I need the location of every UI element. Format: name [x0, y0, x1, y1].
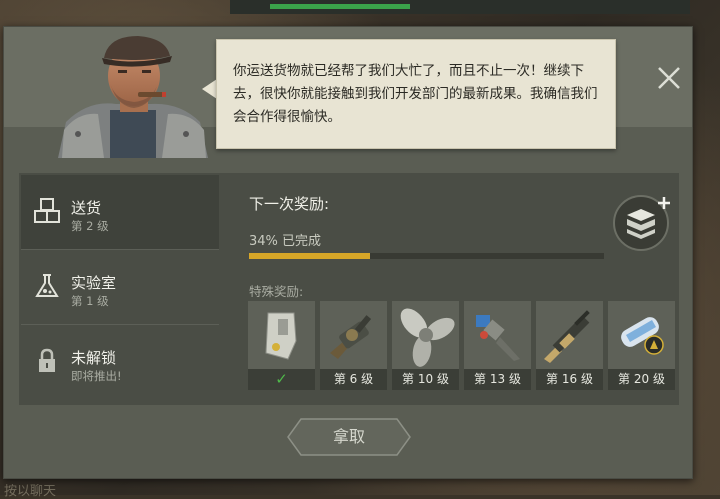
health-bar [270, 4, 410, 9]
reward-level: 第 16 级 [536, 369, 603, 390]
flask-icon [35, 274, 59, 297]
speech-text: 你运送货物就已经帮了我们大忙了，而且不止一次！继续下去，很快你就能接触到我们开发… [233, 63, 598, 125]
reward-slot-propeller[interactable]: 第 10 级 [392, 301, 459, 390]
sidebar-item-level: 第 2 级 [71, 219, 109, 233]
chat-hint: 按以聊天 [4, 484, 57, 499]
content-panel: 送货 第 2 级 实验室 第 1 级 未解锁 即将推出! 下一次奖励: 34% … [19, 173, 679, 405]
top-hud-strip [230, 0, 690, 14]
drill-icon [476, 315, 520, 361]
sidebar-item-locked[interactable]: 未解锁 即将推出! [21, 325, 219, 400]
reward-level: 第 6 级 [320, 369, 387, 390]
sidebar-item-title: 送货 [71, 199, 102, 217]
sidebar-item-title: 未解锁 [71, 349, 117, 367]
reward-pack-button[interactable] [611, 191, 677, 251]
reward-slot-grenade-launcher[interactable]: 第 6 级 [320, 301, 387, 390]
keycard-icon [265, 312, 297, 360]
claim-button-label: 拿取 [332, 427, 365, 446]
blueprint-scroll-icon [621, 317, 664, 355]
reward-level: 第 20 级 [608, 369, 675, 390]
reward-pack-icon [613, 195, 670, 251]
reward-slot-drill[interactable]: 第 13 级 [464, 301, 531, 390]
delivery-dialog: 你运送货物就已经帮了我们大忙了，而且不止一次！继续下去，很快你就能接触到我们开发… [3, 26, 693, 479]
sidebar-item-title: 实验室 [71, 274, 117, 292]
reward-level: 第 10 级 [392, 369, 459, 390]
close-button[interactable] [652, 61, 686, 95]
speech-bubble-tail [202, 79, 217, 99]
reward-claimed: ✓ [248, 369, 315, 390]
reward-level: 第 13 级 [464, 369, 531, 390]
progress-status: 34% 已完成 [249, 234, 322, 249]
progress-fill [249, 253, 370, 259]
reward-main: 下一次奖励: 34% 已完成 特殊奖励: ✓ 第 6 级 第 10 级 第 13… [234, 173, 679, 405]
sidebar-item-delivery[interactable]: 送货 第 2 级 [21, 175, 219, 250]
sidebar-item-level: 即将推出! [71, 369, 122, 383]
claim-button[interactable]: 拿取 [287, 418, 411, 456]
checkmark-icon: ✓ [275, 370, 288, 388]
next-reward-label: 下一次奖励: [249, 195, 330, 213]
progress-bar [249, 253, 604, 259]
close-icon [658, 67, 680, 89]
special-rewards-list: ✓ 第 6 级 第 10 级 第 13 级 第 16 级 第 20 级 [248, 301, 678, 391]
sidebar: 送货 第 2 级 实验室 第 1 级 未解锁 即将推出! [21, 175, 219, 400]
sidebar-item-level: 第 1 级 [71, 294, 109, 308]
special-rewards-label: 特殊奖励: [249, 284, 304, 299]
speech-bubble: 你运送货物就已经帮了我们大忙了，而且不止一次！继续下去，很快你就能接触到我们开发… [216, 39, 616, 149]
grenade-launcher-icon [330, 315, 372, 359]
boxes-icon [34, 198, 60, 223]
sidebar-item-lab[interactable]: 实验室 第 1 级 [21, 250, 219, 325]
rifle-icon [544, 310, 590, 363]
character-portrait [58, 36, 208, 158]
reward-slot-rifle[interactable]: 第 16 级 [536, 301, 603, 390]
reward-slot-blueprint[interactable]: 第 20 级 [608, 301, 675, 390]
propeller-icon [400, 308, 455, 367]
reward-slot-keycard[interactable]: ✓ [248, 301, 315, 390]
lock-icon [39, 348, 55, 372]
